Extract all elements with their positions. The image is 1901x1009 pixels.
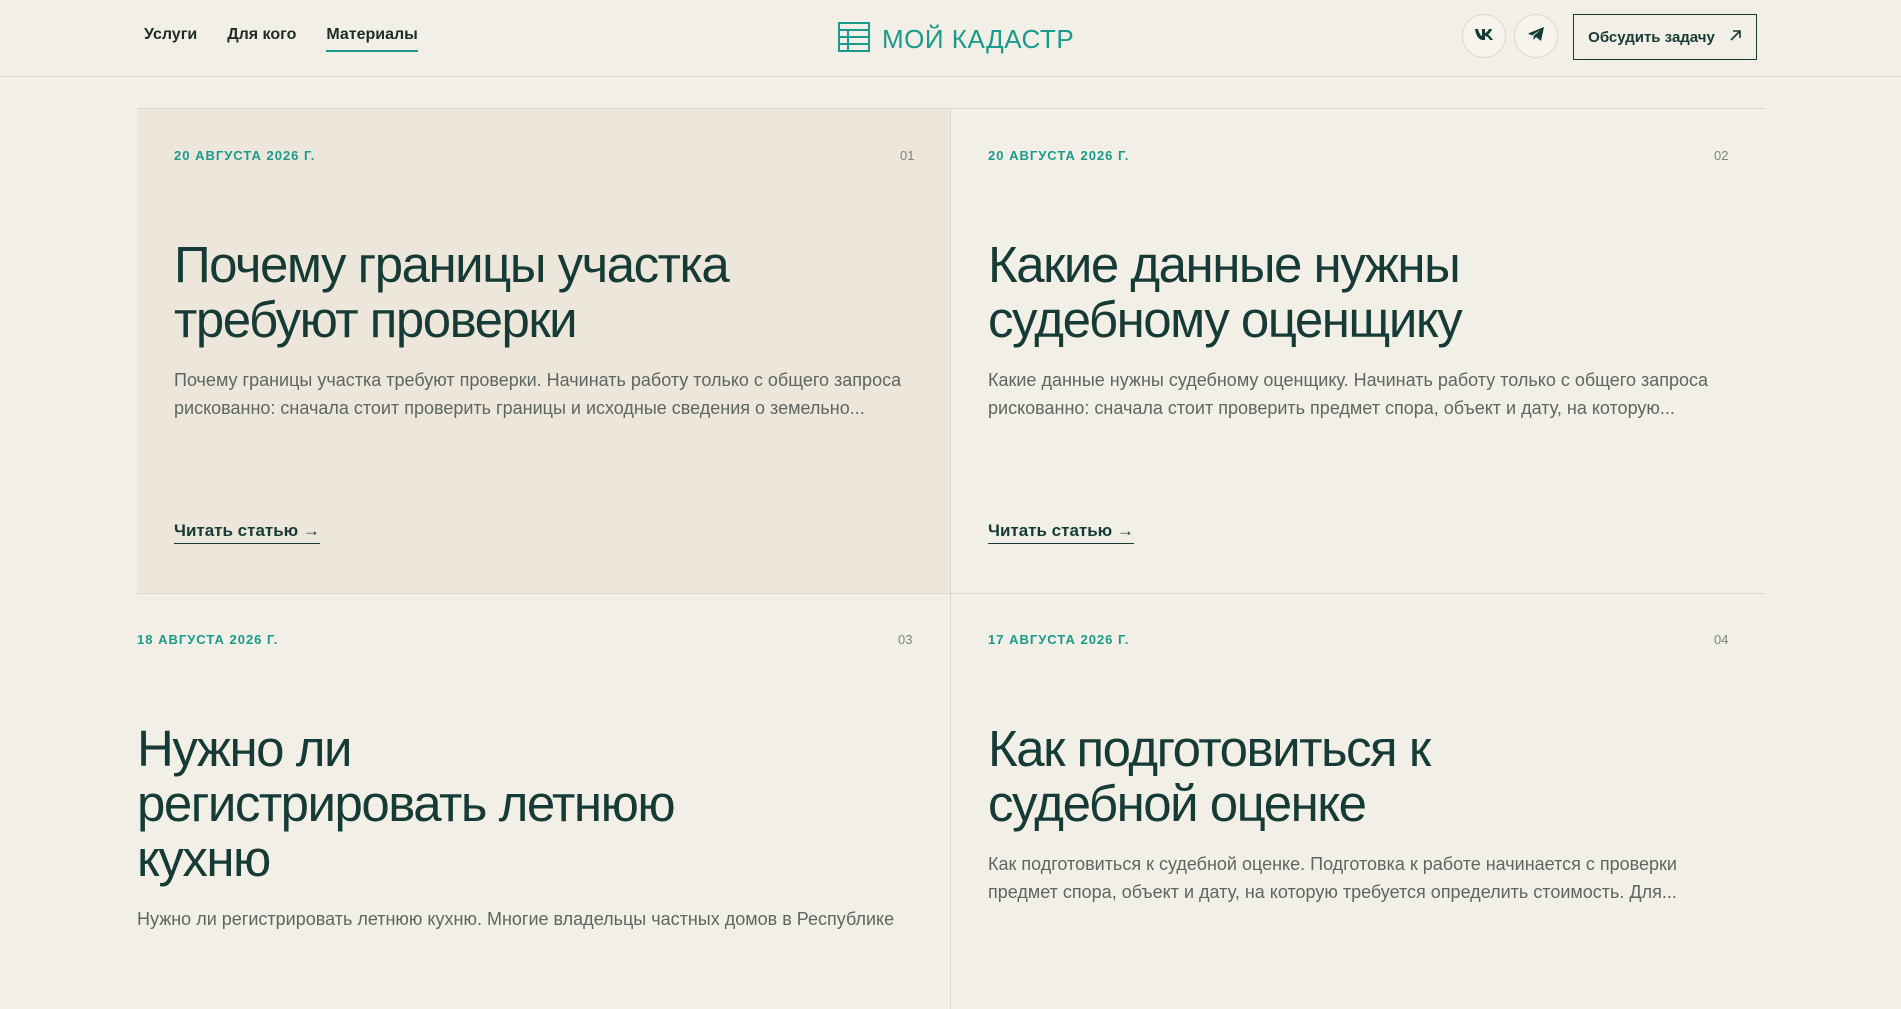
grid-divider-horizontal: [137, 593, 1765, 594]
article-card-1[interactable]: 20 АВГУСТА 2026 Г. 01 Почему границы уча…: [137, 109, 950, 593]
nav-item-for-whom[interactable]: Для кого: [227, 26, 296, 52]
site-header: Услуги Для кого Материалы МОЙ КАДАСТР Об…: [0, 0, 1901, 77]
article-title-line: судебному оценщику: [988, 291, 1463, 348]
article-date: 20 АВГУСТА 2026 Г.: [988, 148, 1130, 163]
article-title[interactable]: Как подготовиться к судебной оценке: [988, 720, 1431, 832]
article-number: 03: [898, 632, 913, 647]
article-title[interactable]: Какие данные нужны судебному оценщику: [988, 236, 1463, 348]
article-excerpt: Какие данные нужны судебному оценщику. Н…: [988, 366, 1708, 422]
read-article-link[interactable]: Читать статью →: [988, 521, 1134, 544]
logo-text: МОЙ КАДАСТР: [882, 24, 1075, 54]
article-excerpt: Как подготовиться к судебной оценке. Под…: [988, 850, 1677, 906]
article-title-line: кухню: [137, 830, 271, 887]
article-excerpt: Нужно ли регистрировать летнюю кухню. Мн…: [137, 905, 894, 933]
grid-divider-vertical: [950, 109, 951, 1009]
telegram-icon: [1527, 26, 1545, 47]
article-excerpt-line: рискованно: сначала стоит проверить пред…: [988, 398, 1675, 418]
article-card-2[interactable]: 20 АВГУСТА 2026 Г. 02 Какие данные нужны…: [951, 109, 1765, 593]
articles-grid: 20 АВГУСТА 2026 Г. 01 Почему границы уча…: [137, 108, 1765, 1009]
article-title[interactable]: Нужно ли регистрировать летнюю кухню: [137, 720, 676, 887]
article-excerpt-line: Как подготовиться к судебной оценке. Под…: [988, 854, 1677, 874]
article-title-line: Почему границы участка: [174, 236, 730, 293]
article-title-line: регистрировать летнюю: [137, 775, 676, 832]
article-title-line: Нужно ли: [137, 720, 352, 777]
telegram-button[interactable]: [1514, 14, 1558, 58]
article-title-line: Какие данные нужны: [988, 236, 1461, 293]
nav-item-services[interactable]: Услуги: [144, 26, 197, 52]
article-title-line: Как подготовиться к: [988, 720, 1431, 777]
article-excerpt-line: предмет спора, объект и дату, на которую…: [988, 882, 1677, 902]
site-logo[interactable]: МОЙ КАДАСТР: [836, 19, 1074, 60]
article-card-4[interactable]: 17 АВГУСТА 2026 Г. 04 Как подготовиться …: [951, 594, 1765, 1009]
vk-button[interactable]: [1462, 14, 1506, 58]
arrow-up-right-icon: [1729, 29, 1742, 46]
discuss-task-button[interactable]: Обсудить задачу: [1573, 14, 1757, 60]
article-date: 17 АВГУСТА 2026 Г.: [988, 632, 1130, 647]
article-excerpt-line: Какие данные нужны судебному оценщику. Н…: [988, 370, 1709, 390]
cta-label: Обсудить задачу: [1588, 28, 1715, 46]
article-date: 18 АВГУСТА 2026 Г.: [137, 632, 279, 647]
article-excerpt-line: рискованно: сначала стоит проверить гран…: [174, 398, 865, 418]
article-excerpt-line: Почему границы участка требуют проверки.…: [174, 370, 902, 390]
article-date: 20 АВГУСТА 2026 Г.: [174, 148, 316, 163]
article-title-line: судебной оценке: [988, 775, 1367, 832]
read-article-link[interactable]: Читать статью →: [174, 521, 320, 544]
article-number: 02: [1714, 148, 1729, 163]
article-card-3[interactable]: 18 АВГУСТА 2026 Г. 03 Нужно ли регистрир…: [137, 594, 950, 1009]
building-logo-icon: [836, 19, 872, 60]
vk-icon: [1474, 27, 1494, 46]
article-title-line: требуют проверки: [174, 291, 578, 348]
nav-item-materials[interactable]: Материалы: [326, 26, 418, 52]
article-title[interactable]: Почему границы участка требуют проверки: [174, 236, 730, 348]
article-excerpt-line: Нужно ли регистрировать летнюю кухню. Мн…: [137, 909, 895, 929]
article-number: 01: [900, 148, 915, 163]
article-number: 04: [1714, 632, 1729, 647]
main-nav: Услуги Для кого Материалы: [144, 26, 418, 52]
article-excerpt: Почему границы участка требуют проверки.…: [174, 366, 901, 422]
